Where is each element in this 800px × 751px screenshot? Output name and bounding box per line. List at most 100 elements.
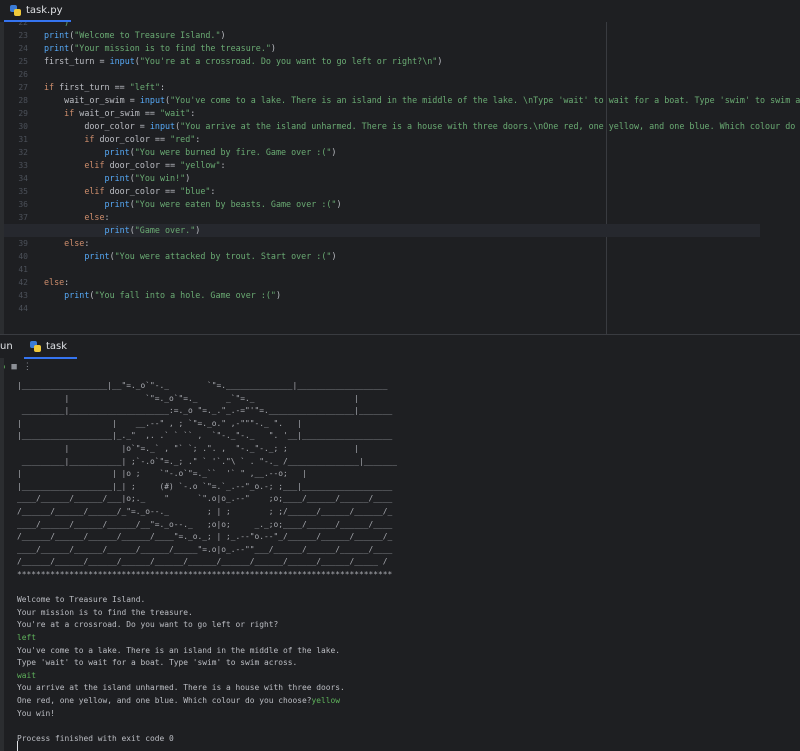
line-number: 28 (18, 96, 28, 105)
code-token: input (139, 95, 166, 105)
code-line[interactable]: elif door_color == "yellow": (44, 159, 226, 172)
code-token: door_color == (99, 134, 171, 144)
code-token: first_turn = (44, 56, 110, 66)
console-line: ____/______/______/______/______/_____"=… (17, 544, 393, 554)
console-line: ****************************************… (17, 570, 393, 579)
code-line[interactable]: if door_color == "red": (44, 133, 200, 146)
code-token: ) (275, 290, 282, 300)
line-number: 36 (18, 200, 28, 209)
code-token: "red" (170, 134, 196, 144)
code-line[interactable]: wait_or_swim = input("You've come to a l… (44, 94, 800, 107)
code-token: print (44, 199, 130, 209)
code-token: "left" (129, 82, 160, 92)
line-number: 34 (18, 174, 28, 183)
line-number: 40 (18, 252, 28, 261)
code-token: print (44, 30, 70, 40)
code-line[interactable]: print("Game over.") (4, 224, 760, 237)
code-line[interactable]: print("You were eaten by beasts. Game ov… (44, 198, 342, 211)
console-line: Process finished with exit code 0 (17, 733, 174, 743)
code-token: ) (220, 30, 226, 40)
code-token: : (64, 277, 70, 287)
code-token: if (44, 108, 80, 118)
code-line[interactable]: first_turn = input("You're at a crossroa… (44, 55, 442, 68)
line-number: 29 (18, 109, 28, 118)
code-token: : (84, 238, 90, 248)
code-token: ) (437, 56, 443, 66)
python-file-icon (10, 4, 21, 16)
code-line[interactable]: print("You were attacked by trout. Start… (44, 250, 336, 263)
code-token: "You fall into a hole. Game over :(" (94, 290, 276, 300)
code-token: ) (270, 43, 276, 53)
code-token: input (149, 121, 176, 131)
line-number: 35 (18, 187, 28, 196)
line-number: 27 (18, 83, 28, 92)
line-number: 31 (18, 135, 28, 144)
tab-task-py[interactable]: task.py (4, 0, 71, 22)
code-line[interactable]: else: (44, 211, 110, 224)
code-line[interactable]: print("You fall into a hole. Game over :… (44, 289, 281, 302)
code-line[interactable]: print("Welcome to Treasure Island.") (44, 29, 226, 42)
code-token: : (160, 82, 166, 92)
code-token: print (44, 173, 130, 183)
python-run-icon (30, 340, 41, 352)
code-line[interactable]: print("You win!") (44, 172, 191, 185)
line-number: 43 (18, 291, 28, 300)
stop-icon[interactable]: ■ (11, 362, 16, 372)
console-line: You arrive at the island unharmed. There… (17, 683, 345, 693)
code-line[interactable]: door_color = input("You arrive at the is… (44, 120, 800, 133)
console-line: Your mission is to find the treasure. (17, 607, 193, 617)
code-line[interactable]: else: (44, 276, 69, 289)
console-prompt-text: One red, one yellow, and one blue. Which… (17, 696, 312, 705)
line-number: 42 (18, 278, 28, 287)
code-token: : (190, 108, 196, 118)
code-token: "Game over." (134, 225, 196, 235)
line-number: 44 (18, 304, 28, 313)
console-line: |___________________|_._" ,. .` ` `` , `… (17, 431, 393, 441)
tab-label: task.py (26, 4, 63, 16)
code-line[interactable]: else: (44, 237, 89, 250)
line-number-gutter: 2223242526272829303132333435363738394041… (4, 22, 34, 334)
line-number: 26 (18, 70, 28, 79)
code-line[interactable]: if first_turn == "left": (44, 81, 165, 94)
run-console-output[interactable]: |__________________|__"=._o`"-._ `"=.___… (4, 378, 800, 751)
line-number: 39 (18, 239, 28, 248)
console-line: You're at a crossroad. Do you want to go… (17, 620, 279, 630)
code-token: input (109, 56, 135, 66)
code-token: '''") (44, 22, 70, 27)
code-token: "Your mission is to find the treasure." (74, 43, 271, 53)
more-options-icon[interactable]: ⋮ (23, 362, 32, 372)
code-line[interactable]: if wait_or_swim == "wait": (44, 107, 195, 120)
console-line: | | |o ; `"-.o`"=._`` '` " ,__.--o; | (17, 469, 307, 479)
code-token: : (104, 212, 110, 222)
line-number: 33 (18, 161, 28, 170)
code-token: : (220, 160, 226, 170)
console-user-input: yellow (311, 696, 341, 705)
line-number: 41 (18, 265, 28, 274)
code-line[interactable]: '''") (44, 22, 69, 29)
run-panel-label: un (0, 341, 13, 352)
console-line: ____/______/______/___|o;._ " `".o|o_.--… (17, 494, 393, 504)
code-line[interactable]: elif door_color == "blue": (44, 185, 215, 198)
console-user-input: wait (17, 670, 37, 680)
console-line: | | __.--" , ; `"=._o." ,-"""-._ ". | (17, 418, 303, 428)
line-number: 30 (18, 122, 28, 131)
run-toolbar: ↻ ■ ⋮ (0, 358, 800, 376)
code-token: if (44, 134, 100, 144)
code-area[interactable]: '''") print("Welcome to Treasure Island."… (4, 22, 800, 334)
right-margin-guide (606, 22, 607, 334)
code-line[interactable]: print("You were burned by fire. Game ove… (44, 146, 337, 159)
line-number: 37 (18, 213, 28, 222)
code-token: if (44, 82, 60, 92)
console-line: Type 'wait' to wait for a boat. Type 'sw… (17, 658, 298, 668)
code-token: "You arrive at the island unharmed. Ther… (180, 121, 800, 131)
console-line: /______/______/______/_"=._o--._ ; | ; ;… (17, 507, 393, 516)
code-token: elif (44, 160, 110, 170)
code-line[interactable]: print("Your mission is to find the treas… (44, 42, 276, 55)
code-token: else (44, 212, 105, 222)
code-token: ) (331, 251, 337, 261)
code-editor[interactable]: 2223242526272829303132333435363738394041… (4, 22, 800, 334)
run-tab-task[interactable]: task (24, 335, 78, 359)
code-token: wait_or_swim == (79, 108, 160, 118)
code-token: else (44, 238, 85, 248)
code-token: ) (336, 199, 342, 209)
